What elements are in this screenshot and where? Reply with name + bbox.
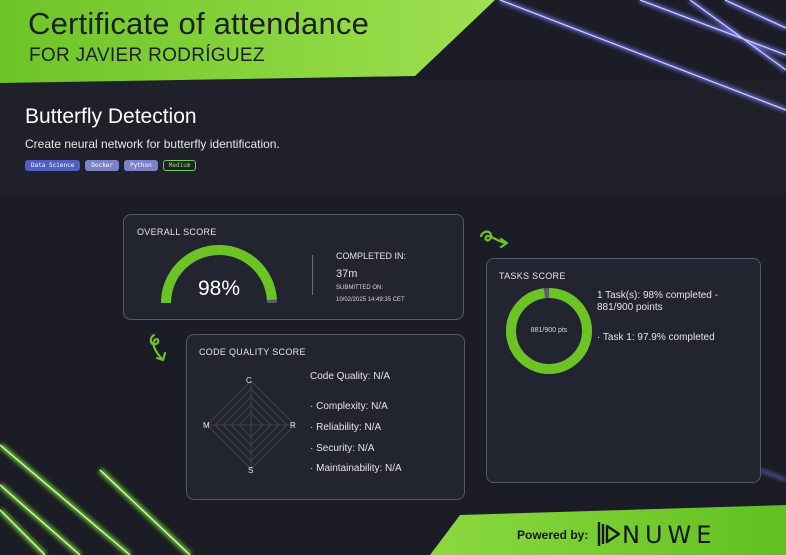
tag-docker: Docker: [85, 160, 120, 171]
radar-axis-bottom: S: [248, 466, 254, 475]
certificate-title: Certificate of attendance: [28, 6, 370, 41]
overall-score-value: 98%: [197, 277, 241, 300]
metric-maintainability: · Maintainability: N/A: [310, 463, 402, 474]
tasks-summary-line-2: 881/900 points: [597, 302, 663, 313]
code-quality-card: CODE QUALITY SCORE C R S M Code Quality:…: [186, 334, 465, 500]
overall-score-label: OVERALL SCORE: [137, 227, 217, 237]
curly-arrow-down-icon: [149, 333, 167, 362]
metric-security: · Security: N/A: [310, 443, 375, 454]
challenge-title: Butterfly Detection: [25, 105, 197, 128]
metric-complexity: · Complexity: N/A: [310, 401, 388, 412]
nuwe-brand-text: NUWE: [622, 521, 717, 549]
tasks-score-card: TASKS SCORE 881/900 pts 1 Task(s): 98% c…: [486, 258, 761, 483]
radar-axis-top: C: [246, 376, 252, 385]
tag-data-science: Data Science: [25, 160, 81, 171]
nuwe-logo-icon: [597, 522, 621, 546]
radar-axis-left: M: [203, 421, 210, 430]
challenge-description: Create neural network for butterfly iden…: [25, 137, 280, 151]
code-quality-label: CODE QUALITY SCORE: [199, 347, 306, 357]
completed-in-value: 37m: [336, 268, 358, 280]
tag-python: Python: [124, 160, 158, 171]
completed-in-label: COMPLETED IN:: [336, 251, 407, 261]
code-quality-overall: Code Quality: N/A: [310, 371, 391, 382]
task-1-result: · Task 1: 97.9% completed: [597, 332, 715, 343]
curly-arrow-right-icon: [479, 230, 509, 249]
recipient-line: FOR JAVIER RODRÍGUEZ: [29, 45, 265, 66]
tasks-summary-line-1: 1 Task(s): 98% completed -: [597, 290, 718, 301]
code-quality-radar: [206, 380, 296, 470]
overall-score-card: OVERALL SCORE 98% COMPLETED IN: 37m SUBM…: [123, 214, 464, 320]
submitted-on-value: 10/02/2025 14:49:35 CET: [336, 297, 405, 303]
divider: [312, 255, 313, 295]
radar-axis-right: R: [290, 421, 296, 430]
tag-list: Data Science Docker Python Medium: [25, 160, 197, 171]
metric-reliability: · Reliability: N/A: [310, 422, 382, 433]
powered-by-label: Powered by:: [517, 528, 589, 542]
difficulty-badge: Medium: [162, 160, 197, 171]
tasks-ring-points: 881/900 pts: [530, 327, 568, 334]
tasks-score-label: TASKS SCORE: [499, 271, 566, 281]
submitted-on-label: SUBMITTED ON:: [336, 285, 384, 291]
